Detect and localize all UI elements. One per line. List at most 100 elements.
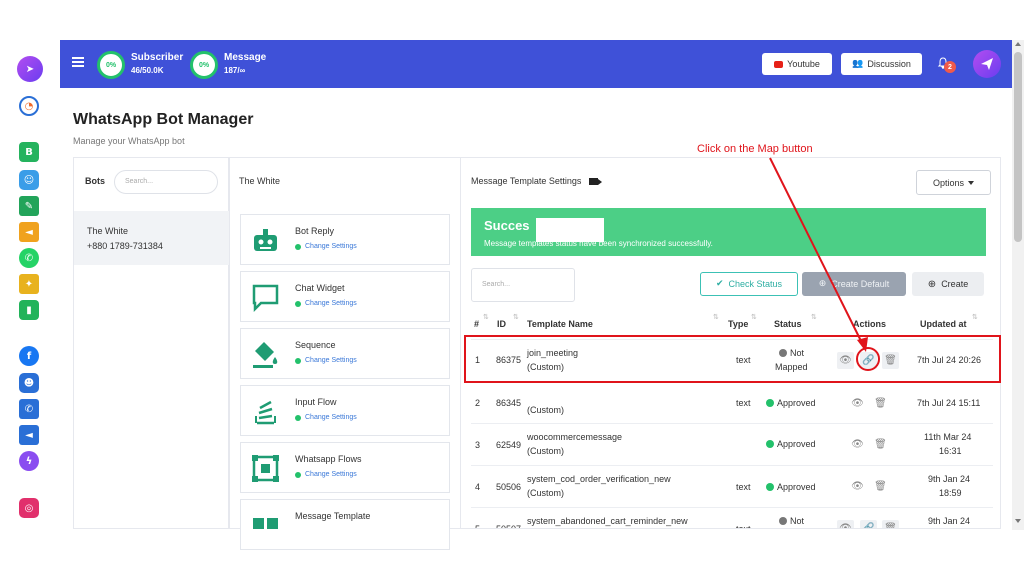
col-updated-at[interactable]: Updated at bbox=[920, 319, 967, 329]
col-type[interactable]: Type bbox=[728, 319, 748, 329]
puzzle-icon[interactable]: ✦ bbox=[19, 274, 39, 294]
view-eye-icon[interactable]: 👁 bbox=[849, 436, 866, 453]
status-dot bbox=[295, 300, 301, 307]
row-number: 4 bbox=[475, 482, 481, 492]
card-title: Sequence bbox=[295, 340, 336, 350]
youtube-button[interactable]: Youtube bbox=[762, 53, 832, 75]
robot-icon bbox=[254, 229, 277, 251]
scroll-down-icon[interactable] bbox=[1015, 519, 1021, 523]
message-template-card[interactable]: Message Template bbox=[240, 499, 450, 550]
whatsapp-business-icon[interactable]: B bbox=[19, 142, 39, 162]
vertical-scrollbar[interactable] bbox=[1012, 40, 1024, 530]
bot-reply-card[interactable]: Bot Reply Change Settings bbox=[240, 214, 450, 265]
table-row[interactable]: 4 50506 system_cod_order_verification_ne… bbox=[471, 465, 993, 506]
menu-icon[interactable] bbox=[72, 57, 84, 67]
bot-icon[interactable]: ☺ bbox=[19, 170, 39, 190]
status-dot bbox=[295, 471, 301, 478]
card-title: Message Template bbox=[295, 511, 371, 521]
sort-icon[interactable]: ⇅ bbox=[972, 313, 978, 321]
delete-trash-icon[interactable]: 🗑 bbox=[872, 436, 889, 453]
sort-icon[interactable]: ⇅ bbox=[751, 313, 757, 321]
template-search-input[interactable]: Search... bbox=[471, 268, 575, 302]
sort-icon[interactable]: ⇅ bbox=[513, 313, 519, 321]
bot-settings-panel: The White Bot Reply Change Settings Chat… bbox=[229, 157, 461, 550]
whatsapp-icon[interactable]: ✆ bbox=[19, 248, 39, 268]
phone-icon[interactable]: ✆ bbox=[19, 399, 39, 419]
check-status-button[interactable]: ✔ Check Status bbox=[700, 272, 798, 296]
delete-trash-icon[interactable]: 🗑 bbox=[882, 520, 899, 528]
delete-trash-icon[interactable]: 🗑 bbox=[872, 478, 889, 495]
subscriber-progress: 0% bbox=[97, 51, 125, 79]
sort-icon[interactable]: ⇅ bbox=[713, 313, 719, 321]
facebook-icon[interactable]: f bbox=[19, 346, 39, 366]
row-template-name: woocommercemessage bbox=[527, 432, 623, 442]
change-settings-link[interactable]: Change Settings bbox=[295, 300, 357, 307]
bots-search-input[interactable]: Search... bbox=[114, 170, 218, 194]
view-eye-icon[interactable]: 👁 bbox=[849, 478, 866, 495]
options-dropdown[interactable]: Options bbox=[916, 170, 991, 195]
col-actions: Actions bbox=[853, 319, 887, 329]
message-progress: 0% bbox=[190, 51, 218, 79]
sort-icon[interactable]: ⇅ bbox=[483, 313, 489, 321]
bot-list-item[interactable]: The White +880 1789-731384 bbox=[74, 211, 229, 265]
row-updated-at: 11th Mar 24 bbox=[924, 432, 972, 442]
discussion-label: Discussion bbox=[867, 59, 911, 69]
telegram-icon[interactable]: ➤ bbox=[17, 56, 43, 82]
speedometer-icon[interactable]: ◔ bbox=[19, 96, 39, 116]
card-title: Bot Reply bbox=[295, 226, 335, 236]
sequence-card[interactable]: Sequence Change Settings bbox=[240, 328, 450, 379]
discussion-button[interactable]: 👥 Discussion bbox=[841, 53, 922, 75]
input-flow-card[interactable]: Input Flow Change Settings bbox=[240, 385, 450, 436]
sort-icon[interactable]: ⇅ bbox=[811, 313, 817, 321]
scrollbar-thumb[interactable] bbox=[1014, 52, 1022, 242]
table-row[interactable]: 3 62549 woocommercemessage (Custom) Appr… bbox=[471, 423, 993, 464]
col-template-name[interactable]: Template Name bbox=[527, 319, 593, 329]
table-row[interactable]: 2 86345 (Custom) text Approved 👁 🗑 7th J… bbox=[471, 382, 993, 423]
change-settings-label: Change Settings bbox=[305, 243, 357, 250]
robot-icon[interactable]: ☻ bbox=[19, 373, 39, 393]
video-camera-icon[interactable] bbox=[589, 177, 603, 185]
status-text: Not bbox=[790, 516, 805, 526]
col-id[interactable]: ID bbox=[497, 319, 506, 329]
whatsapp-flows-card[interactable]: Whatsapp Flows Change Settings bbox=[240, 442, 450, 493]
row-number: 3 bbox=[475, 440, 481, 450]
change-settings-label: Change Settings bbox=[305, 300, 357, 307]
change-settings-link[interactable]: Change Settings bbox=[295, 471, 357, 478]
instruction-callout: Click on the Map button bbox=[697, 143, 813, 155]
messenger-icon[interactable]: ϟ bbox=[19, 451, 39, 471]
status-dot bbox=[779, 517, 787, 525]
broadcast-icon[interactable]: ◄ bbox=[19, 425, 39, 445]
change-settings-link[interactable]: Change Settings bbox=[295, 243, 357, 250]
card-title: Chat Widget bbox=[295, 283, 345, 293]
row-type: text bbox=[736, 482, 751, 492]
plus-circle-icon: ⊕ bbox=[927, 278, 937, 290]
row-number: 5 bbox=[475, 524, 481, 529]
sheet-icon[interactable]: ✎ bbox=[19, 196, 39, 216]
col-number[interactable]: # bbox=[474, 319, 479, 329]
col-status[interactable]: Status bbox=[774, 319, 802, 329]
chat-widget-card[interactable]: Chat Widget Change Settings bbox=[240, 271, 450, 322]
create-default-button[interactable]: ⊕ Create Default bbox=[802, 272, 906, 296]
avatar[interactable] bbox=[973, 50, 1001, 78]
view-eye-icon[interactable]: 👁 bbox=[837, 520, 854, 528]
row-status: Approved bbox=[766, 482, 816, 492]
instagram-icon[interactable]: ◎ bbox=[19, 498, 39, 518]
scroll-up-icon[interactable] bbox=[1015, 42, 1021, 46]
row-id: 62549 bbox=[496, 440, 522, 450]
top-bar: 0% Subscriber 46/50.0K 0% Message 187/∞ … bbox=[60, 40, 1012, 88]
bot-settings-heading: The White bbox=[239, 176, 281, 186]
delete-trash-icon[interactable]: 🗑 bbox=[872, 395, 889, 412]
paper-plane-icon bbox=[981, 58, 993, 70]
page-subtitle: Manage your WhatsApp bot bbox=[73, 136, 185, 146]
shopping-bag-icon[interactable]: ▮ bbox=[19, 300, 39, 320]
row-updated-at: 9th Jan 24 bbox=[928, 474, 971, 484]
change-settings-link[interactable]: Change Settings bbox=[295, 357, 357, 364]
table-row[interactable]: 5 50507 system_abandoned_cart_reminder_n… bbox=[471, 507, 993, 529]
change-settings-link[interactable]: Change Settings bbox=[295, 414, 357, 421]
create-button[interactable]: ⊕ Create bbox=[912, 272, 984, 296]
chat-bubble-icon bbox=[252, 284, 279, 313]
view-eye-icon[interactable]: 👁 bbox=[849, 395, 866, 412]
template-heading-label: Message Template Settings bbox=[471, 176, 582, 186]
megaphone-icon[interactable]: ◄ bbox=[19, 222, 39, 242]
map-link-icon[interactable]: 🔗 bbox=[860, 520, 877, 528]
